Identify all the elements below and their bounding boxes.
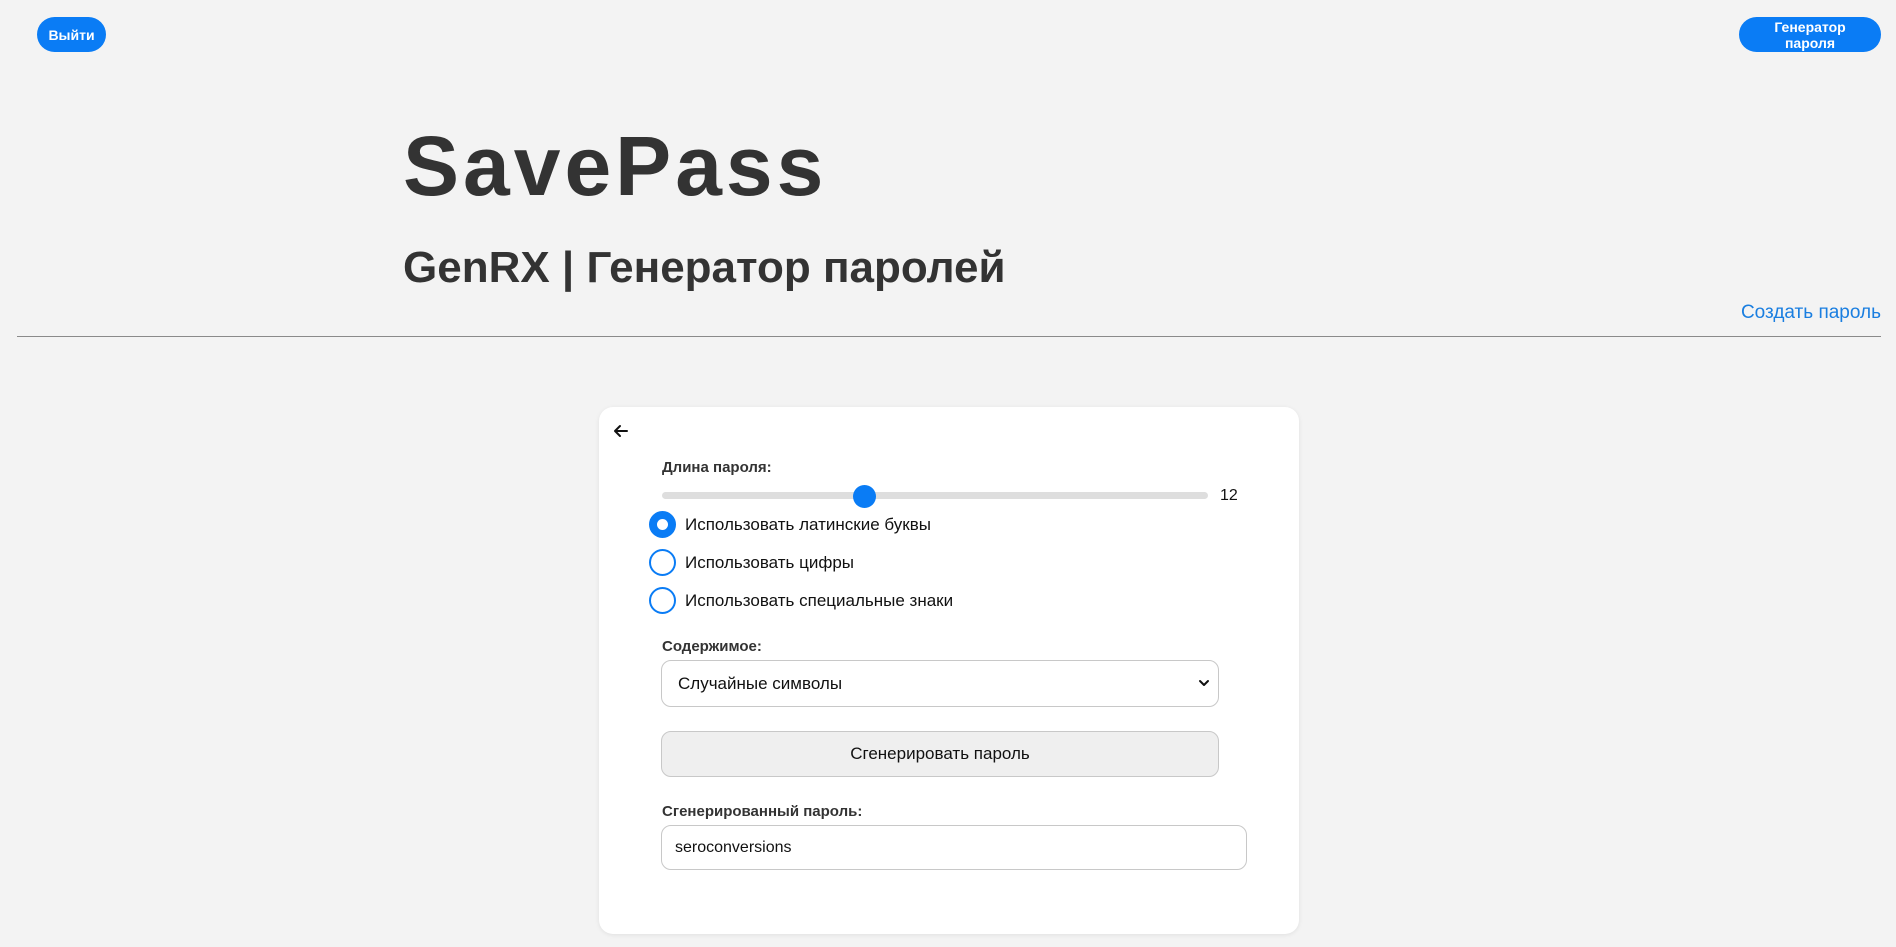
generate-password-button[interactable]: Сгенерировать пароль xyxy=(661,731,1219,777)
radio-special[interactable] xyxy=(649,587,676,614)
brand-title: SavePass xyxy=(403,119,828,213)
generator-card: Длина пароля: 12 Использовать латинские … xyxy=(599,407,1299,934)
option-special-label: Использовать специальные знаки xyxy=(685,590,954,610)
chevron-down-icon xyxy=(1199,680,1209,686)
slider-thumb[interactable] xyxy=(853,485,877,508)
page-subtitle: GenRX | Генератор паролей xyxy=(403,243,1006,292)
option-latin[interactable]: Использовать латинские буквы xyxy=(649,511,931,538)
length-slider[interactable] xyxy=(662,485,1208,508)
password-generator-button[interactable]: Генератор пароля xyxy=(1739,17,1881,52)
content-label: Содержимое: xyxy=(662,638,762,655)
length-label: Длина пароля: xyxy=(662,459,772,476)
option-latin-label: Использовать латинские буквы xyxy=(685,514,931,534)
radio-latin[interactable] xyxy=(649,511,676,538)
slider-track xyxy=(662,492,1208,499)
output-label: Сгенерированный пароль: xyxy=(662,803,863,820)
length-value: 12 xyxy=(1220,487,1238,504)
arrow-left-icon[interactable] xyxy=(611,421,631,441)
create-password-link[interactable]: Создать пароль xyxy=(1741,302,1881,324)
option-digits-label: Использовать цифры xyxy=(685,552,855,572)
content-select[interactable]: Случайные символы xyxy=(661,660,1219,707)
option-special[interactable]: Использовать специальные знаки xyxy=(649,587,953,614)
content-select-value: Случайные символы xyxy=(678,673,843,693)
divider xyxy=(17,336,1881,337)
option-digits[interactable]: Использовать цифры xyxy=(649,549,854,576)
generated-password-field[interactable] xyxy=(661,825,1247,870)
logout-button[interactable]: Выйти xyxy=(37,17,106,52)
radio-digits[interactable] xyxy=(649,549,676,576)
